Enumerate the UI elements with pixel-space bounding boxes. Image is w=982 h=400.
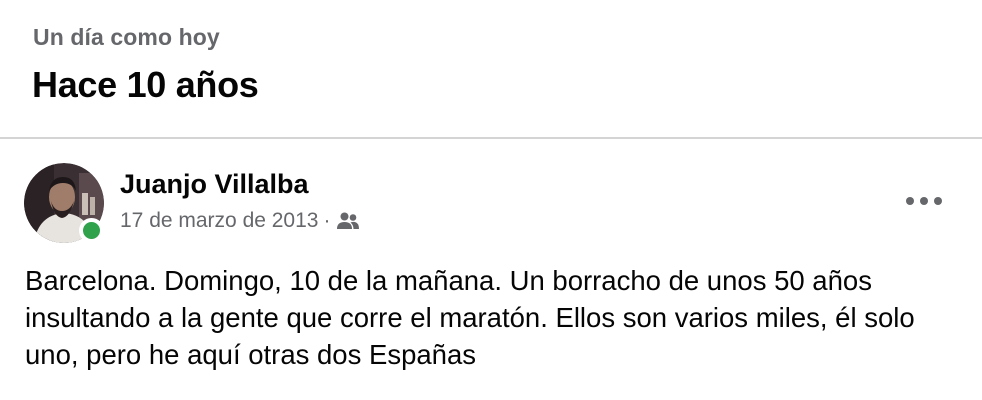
- avatar[interactable]: [24, 163, 104, 243]
- more-dot: [920, 197, 928, 205]
- post-card: Juanjo Villalba 17 de marzo de 2013 · Ba…: [0, 139, 982, 400]
- section-heading: Hace 10 años: [32, 64, 259, 105]
- online-status-indicator: [79, 218, 104, 243]
- section-kicker: Un día como hoy: [33, 24, 220, 50]
- author-name[interactable]: Juanjo Villalba: [120, 169, 309, 200]
- post-text: Barcelona. Domingo, 10 de la mañana. Un …: [25, 265, 915, 370]
- more-options-button[interactable]: [906, 191, 942, 211]
- more-horizontal-icon: [906, 197, 914, 205]
- meta-separator: ·: [323, 209, 331, 232]
- more-dot: [934, 197, 942, 205]
- post-date[interactable]: 17 de marzo de 2013: [120, 209, 318, 233]
- post-meta: 17 de marzo de 2013 ·: [120, 209, 360, 233]
- memories-header: Un día como hoy Hace 10 años: [0, 0, 982, 139]
- friends-icon[interactable]: [336, 211, 360, 231]
